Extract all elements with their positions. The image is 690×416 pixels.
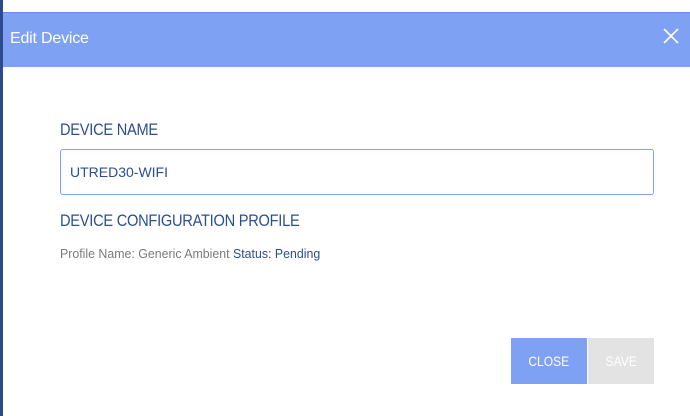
status-value: Pending (274, 246, 321, 261)
configuration-profile-heading: DEVICE CONFIGURATION PROFILE (60, 211, 300, 230)
close-button[interactable]: CLOSE (511, 338, 587, 384)
dialog-title: Edit Device (10, 30, 89, 47)
close-icon[interactable] (658, 23, 684, 49)
close-button-label: CLOSE (528, 353, 570, 369)
status-label: Status: (233, 246, 272, 261)
profile-name-value: Generic Ambient (138, 246, 230, 261)
device-name-input[interactable] (60, 149, 654, 195)
profile-name-label: Profile Name: (60, 246, 135, 261)
dialog-titlebar: Edit Device (3, 12, 690, 67)
profile-info: Profile Name: Generic Ambient Status: Pe… (60, 246, 320, 261)
edit-device-dialog: Edit Device DEVICE NAME DEVICE CONFIGURA… (0, 0, 690, 416)
save-button[interactable]: SAVE (588, 338, 654, 384)
save-button-label: SAVE (605, 353, 637, 369)
device-name-heading: DEVICE NAME (60, 120, 158, 139)
